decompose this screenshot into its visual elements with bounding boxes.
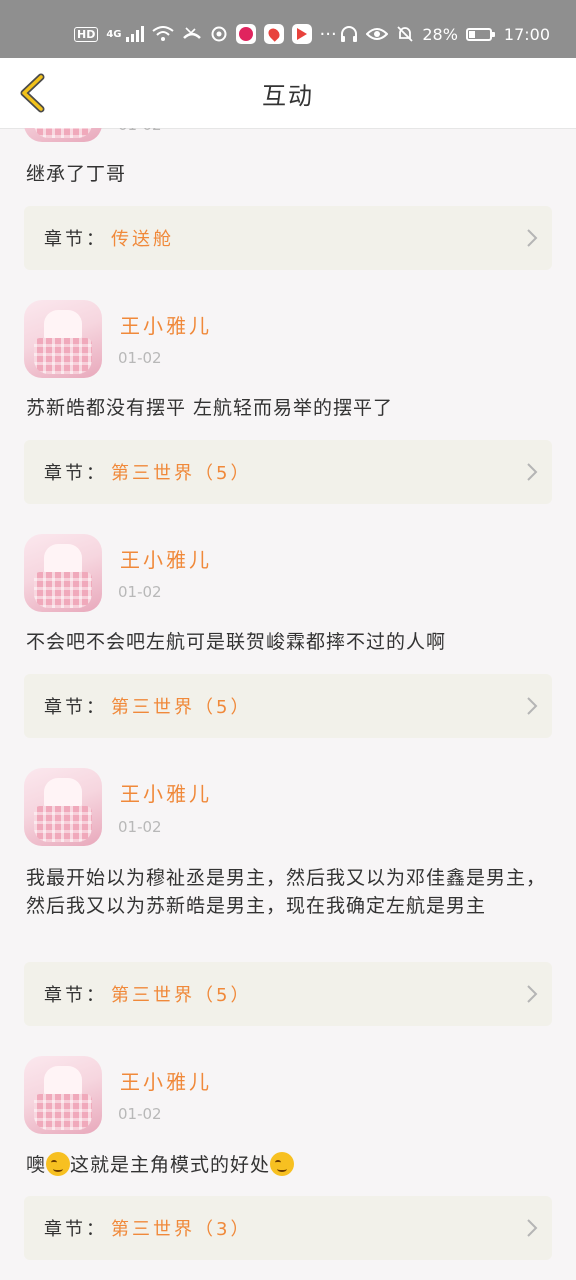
- chapter-link[interactable]: 章节： 第三世界（3）: [24, 1196, 552, 1260]
- clock: 17:00: [503, 24, 550, 44]
- comment-text: 苏新皓都没有摆平 左航轻而易举的摆平了: [26, 397, 394, 419]
- chapter-link[interactable]: 章节： 第三世界（5）: [24, 962, 552, 1026]
- comment-date: 01-02: [118, 583, 162, 601]
- chevron-right-icon: [527, 1219, 538, 1237]
- avatar[interactable]: [24, 1056, 102, 1134]
- avatar[interactable]: [24, 300, 102, 378]
- comment-feed[interactable]: 01-02 继承了丁哥 章节： 传送舱 王小雅儿 01-02 苏新皓都没有摆平 …: [0, 128, 576, 1280]
- avatar[interactable]: [24, 128, 102, 142]
- sync-icon: [210, 25, 228, 43]
- back-chevron-icon: [20, 73, 45, 113]
- app-icon-music: [235, 24, 256, 44]
- chevron-right-icon: [527, 229, 538, 247]
- chapter-link[interactable]: 章节： 第三世界（5）: [24, 674, 552, 738]
- mute-bell-icon: [396, 25, 414, 43]
- chapter-label: 章节：: [44, 697, 107, 718]
- chapter-label: 章节：: [44, 229, 107, 250]
- comment-date: 01-02: [118, 818, 162, 836]
- comment-date: 01-02: [118, 349, 162, 367]
- chapter-label: 章节：: [44, 1219, 107, 1240]
- chevron-right-icon: [527, 697, 538, 715]
- user-name[interactable]: 王小雅儿: [120, 1066, 212, 1095]
- comment-date: 01-02: [118, 128, 162, 134]
- chapter-name: 第三世界（5）: [111, 985, 252, 1006]
- headphones-icon: [340, 25, 358, 43]
- user-name[interactable]: 王小雅儿: [120, 544, 212, 573]
- comment-date: 01-02: [118, 1105, 162, 1123]
- avatar[interactable]: [24, 768, 102, 846]
- app-icon-video: [291, 24, 312, 44]
- chapter-name: 第三世界（5）: [111, 697, 252, 718]
- app-icon-map: [263, 24, 284, 44]
- comment-text-part: 噢: [26, 1154, 47, 1176]
- chapter-name: 第三世界（5）: [111, 463, 252, 484]
- user-name[interactable]: 王小雅儿: [120, 778, 212, 807]
- chevron-right-icon: [527, 463, 538, 481]
- avatar[interactable]: [24, 534, 102, 612]
- page-title: 互动: [262, 81, 314, 110]
- battery-percent: 28%: [422, 24, 458, 44]
- missed-call-icon: [182, 26, 202, 42]
- chapter-label: 章节：: [44, 463, 107, 484]
- comment-text: 我最开始以为穆祉丞是男主，然后我又以为邓佳鑫是男主，然后我又以为苏新皓是男主，现…: [26, 867, 547, 917]
- battery-icon: [465, 27, 495, 41]
- comment-text: 不会吧不会吧左航可是联贺峻霖都摔不过的人啊: [26, 631, 447, 653]
- chapter-link[interactable]: 章节： 传送舱: [24, 206, 552, 270]
- comment-text: 继承了丁哥: [26, 163, 127, 185]
- chapter-label: 章节：: [44, 985, 107, 1006]
- wifi-icon: [151, 26, 174, 42]
- comment-text: 噢 这就是主角模式的好处: [26, 1151, 550, 1179]
- title-bar: 互动: [0, 58, 576, 129]
- smirk-emoji-icon: [46, 1152, 71, 1176]
- comment-text-part: 这就是主角模式的好处: [70, 1154, 271, 1176]
- smirk-emoji-icon: [270, 1152, 295, 1176]
- network-type: 4G: [106, 28, 122, 40]
- back-button[interactable]: [14, 72, 50, 114]
- more-notifications-icon: ···: [319, 23, 337, 45]
- signal-icon: [125, 26, 144, 42]
- user-name[interactable]: 王小雅儿: [120, 310, 212, 339]
- chapter-name: 传送舱: [111, 229, 174, 250]
- chevron-right-icon: [527, 985, 538, 1003]
- chapter-link[interactable]: 章节： 第三世界（5）: [24, 440, 552, 504]
- hd-icon: HD: [74, 26, 99, 42]
- chapter-name: 第三世界（3）: [111, 1219, 252, 1240]
- eye-icon: [366, 27, 389, 41]
